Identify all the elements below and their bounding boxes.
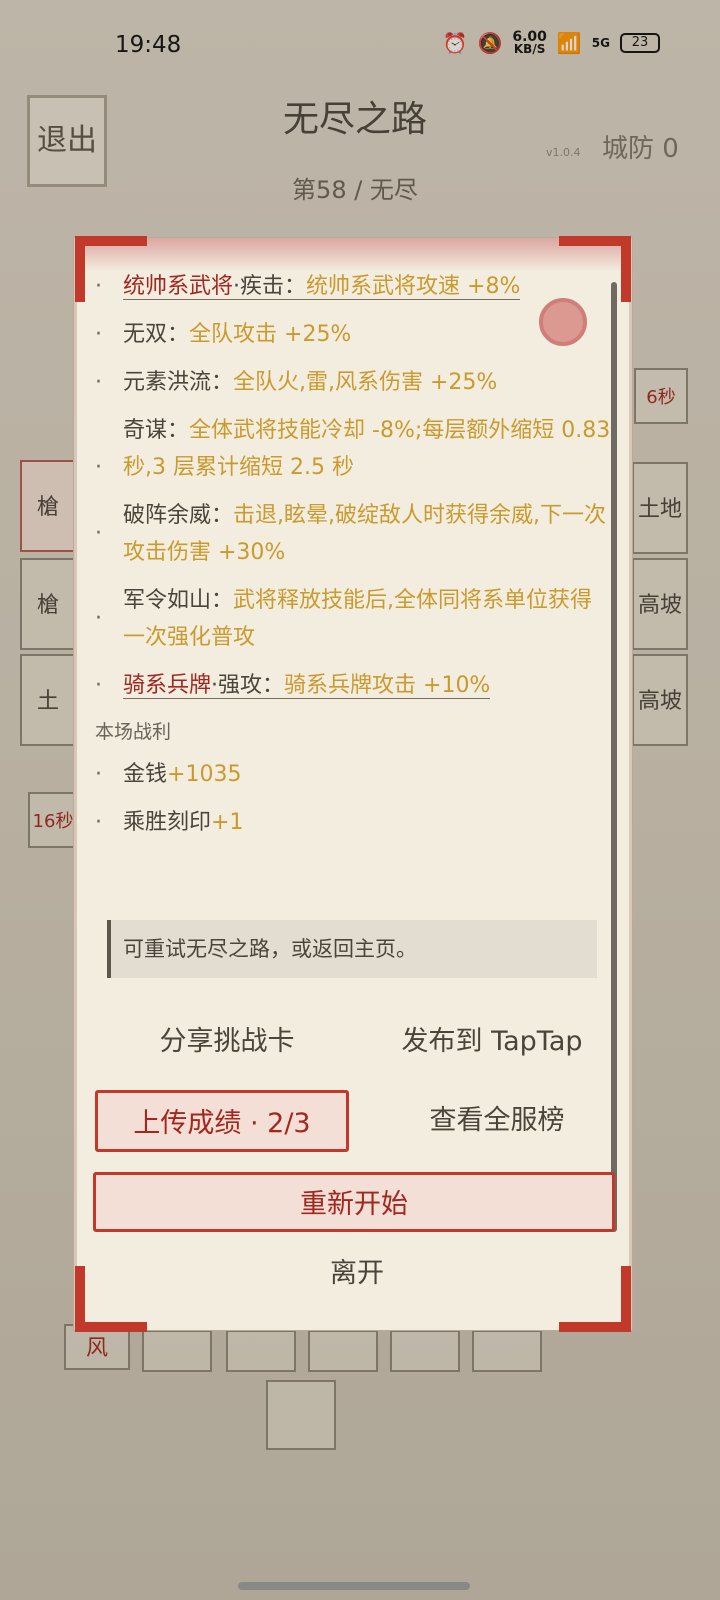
buff-effect: 骑系兵牌攻击 +10%	[284, 673, 491, 698]
dialog-top-band	[77, 238, 629, 272]
buff-item: · 破阵余威：击退,眩晕,破绽敌人时获得余威,下一次攻击伤害 +30%	[95, 497, 613, 571]
loot-value: +1035	[167, 762, 242, 787]
loot-item: · 金钱+1035	[95, 756, 613, 793]
buff-underline: 统帅系武将·疾击：统帅系武将攻速 +8%	[123, 274, 521, 300]
buff-suffix: ·疾击：	[233, 274, 307, 299]
global-rank-button[interactable]: 查看全服榜	[377, 1090, 617, 1152]
buff-name: 元素洪流：	[123, 370, 234, 395]
bullet-icon: ·	[95, 762, 102, 787]
buff-item: · 统帅系武将·疾击：统帅系武将攻速 +8%	[95, 268, 613, 305]
result-dialog: · 统帅系武将·疾击：统帅系武将攻速 +8% · 无双：全队攻击 +25% · …	[74, 236, 632, 1332]
corner-ornament	[559, 1266, 631, 1332]
buff-name: 奇谋：	[123, 418, 190, 443]
buff-name: 军令如山：	[123, 588, 234, 613]
bullet-icon: ·	[95, 322, 102, 347]
bullet-icon: ·	[95, 274, 102, 299]
loot-section-title: 本场战利	[95, 721, 172, 743]
buff-item: · 无双：全队攻击 +25%	[95, 316, 613, 353]
loot-value: +1	[211, 810, 244, 835]
restart-button[interactable]: 重新开始	[93, 1172, 615, 1232]
buff-underline: 骑系兵牌·强攻：骑系兵牌攻击 +10%	[123, 673, 491, 699]
buff-effect: 全队火,雷,风系伤害 +25%	[233, 370, 498, 395]
loot-item: · 乘胜刻印+1	[95, 804, 613, 841]
loot-name: 金钱	[123, 762, 168, 787]
buff-name: 破阵余威：	[123, 503, 234, 528]
buff-effect: 全体武将技能冷却 -8%;每层额外缩短 0.83 秒,3 层累计缩短 2.5 秒	[123, 418, 611, 480]
buff-name: 无双：	[123, 322, 190, 347]
buff-item: · 军令如山：武将释放技能后,全体同将系单位获得一次强化普攻	[95, 582, 613, 656]
bullet-icon: ·	[95, 455, 102, 480]
floating-touch-dot[interactable]	[539, 298, 587, 346]
bullet-icon: ·	[95, 606, 102, 631]
leave-button[interactable]: 离开	[237, 1248, 477, 1300]
buff-effect: 统帅系武将攻速 +8%	[306, 274, 521, 299]
bullet-icon: ·	[95, 370, 102, 395]
buff-suffix: ·强攻：	[211, 673, 285, 698]
publish-taptap-button[interactable]: 发布到 TapTap	[367, 1018, 617, 1066]
buff-list[interactable]: · 统帅系武将·疾击：统帅系武将攻速 +8% · 无双：全队攻击 +25% · …	[95, 268, 613, 841]
buff-item: · 奇谋：全体武将技能冷却 -8%;每层额外缩短 0.83 秒,3 层累计缩短 …	[95, 412, 613, 486]
buff-item: · 骑系兵牌·强攻：骑系兵牌攻击 +10%	[95, 667, 613, 704]
notice-box: 可重试无尽之路，或返回主页。	[107, 920, 597, 978]
buff-item: · 元素洪流：全队火,雷,风系伤害 +25%	[95, 364, 613, 401]
buff-effect: 全队攻击 +25%	[189, 322, 352, 347]
share-challenge-button[interactable]: 分享挑战卡	[117, 1018, 337, 1066]
upload-score-button[interactable]: 上传成绩 · 2/3	[95, 1090, 349, 1152]
bullet-icon: ·	[95, 673, 102, 698]
home-indicator[interactable]	[238, 1582, 470, 1590]
corner-ornament	[75, 1266, 147, 1332]
bullet-icon: ·	[95, 810, 102, 835]
buff-name: 骑系兵牌	[123, 673, 212, 698]
bullet-icon: ·	[95, 521, 102, 546]
buff-name: 统帅系武将	[123, 274, 234, 299]
loot-name: 乘胜刻印	[123, 810, 212, 835]
